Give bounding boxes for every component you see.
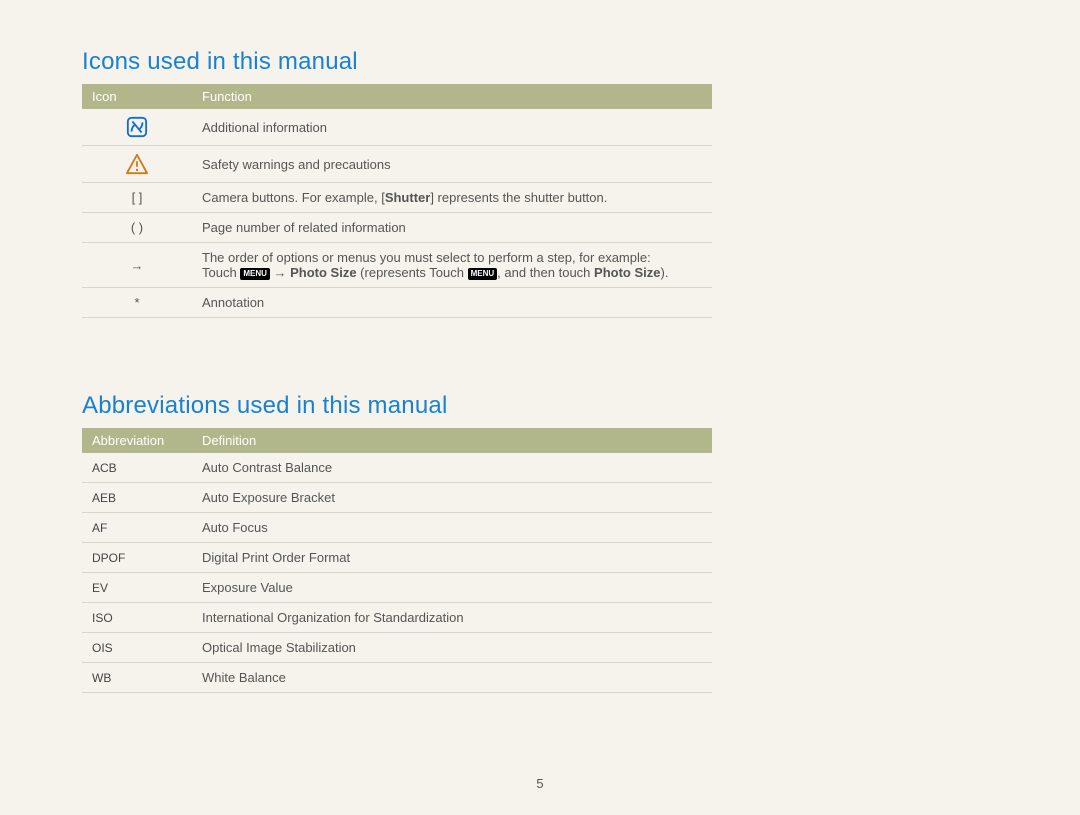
heading-abbr: Abbreviations used in this manual xyxy=(82,392,998,420)
abbr-table: Abbreviation Definition ACB Auto Contras… xyxy=(82,428,712,693)
parens-desc: Page number of related information xyxy=(192,213,712,243)
brackets-desc-pre: Camera buttons. For example, [ xyxy=(202,190,385,205)
def-cell: Auto Focus xyxy=(192,513,712,543)
table-row: WB White Balance xyxy=(82,663,712,693)
table-row: ACB Auto Contrast Balance xyxy=(82,453,712,483)
def-cell: International Organization for Standardi… xyxy=(192,603,712,633)
def-cell: Digital Print Order Format xyxy=(192,543,712,573)
def-cell: Optical Image Stabilization xyxy=(192,633,712,663)
table-row: EV Exposure Value xyxy=(82,573,712,603)
heading-icons: Icons used in this manual xyxy=(82,48,998,76)
abbr-cell: AF xyxy=(82,513,192,543)
arrow-l2-b: → xyxy=(270,265,290,280)
abbr-cell: EV xyxy=(82,573,192,603)
abbr-cell: DPOF xyxy=(82,543,192,573)
arrow-l2-d: , and then touch xyxy=(497,265,594,280)
arrow-l2-a: Touch xyxy=(202,265,240,280)
arrow-l2-c: (represents Touch xyxy=(357,265,468,280)
table-row: AEB Auto Exposure Bracket xyxy=(82,483,712,513)
brackets-desc-bold: Shutter xyxy=(385,190,431,205)
abbr-cell: OIS xyxy=(82,633,192,663)
star-symbol: * xyxy=(82,288,192,318)
arrow-l2-bold2: Photo Size xyxy=(594,265,660,280)
icons-th-function: Function xyxy=(192,84,712,109)
def-cell: Auto Exposure Bracket xyxy=(192,483,712,513)
warning-desc: Safety warnings and precautions xyxy=(192,146,712,183)
abbr-cell: WB xyxy=(82,663,192,693)
abbr-th-def: Definition xyxy=(192,428,712,453)
abbr-th-abbr: Abbreviation xyxy=(82,428,192,453)
arrow-symbol: → xyxy=(82,243,192,288)
parens-symbol: ( ) xyxy=(82,213,192,243)
table-row: DPOF Digital Print Order Format xyxy=(82,543,712,573)
menu-icon: MENU xyxy=(240,268,270,280)
arrow-desc-line1: The order of options or menus you must s… xyxy=(202,250,702,265)
table-row: AF Auto Focus xyxy=(82,513,712,543)
abbr-cell: ISO xyxy=(82,603,192,633)
table-row: OIS Optical Image Stabilization xyxy=(82,633,712,663)
table-row: * Annotation xyxy=(82,288,712,318)
page-number: 5 xyxy=(0,776,1080,791)
table-row: Additional information xyxy=(82,109,712,146)
icons-table: Icon Function Additional informati xyxy=(82,84,712,318)
icons-th-icon: Icon xyxy=(82,84,192,109)
table-row: → The order of options or menus you must… xyxy=(82,243,712,288)
note-icon xyxy=(126,116,148,138)
def-cell: Auto Contrast Balance xyxy=(192,453,712,483)
note-icon-cell xyxy=(82,109,192,146)
abbr-cell: AEB xyxy=(82,483,192,513)
def-cell: Exposure Value xyxy=(192,573,712,603)
arrow-l2-bold1: Photo Size xyxy=(290,265,356,280)
def-cell: White Balance xyxy=(192,663,712,693)
brackets-desc: Camera buttons. For example, [Shutter] r… xyxy=(192,183,712,213)
star-desc: Annotation xyxy=(192,288,712,318)
warning-icon xyxy=(125,153,149,175)
table-row: [ ] Camera buttons. For example, [Shutte… xyxy=(82,183,712,213)
table-row: Safety warnings and precautions xyxy=(82,146,712,183)
brackets-symbol: [ ] xyxy=(82,183,192,213)
note-desc: Additional information xyxy=(192,109,712,146)
arrow-desc-line2: Touch MENU → Photo Size (represents Touc… xyxy=(202,265,702,280)
table-row: ( ) Page number of related information xyxy=(82,213,712,243)
arrow-desc: The order of options or menus you must s… xyxy=(192,243,712,288)
manual-page: Icons used in this manual Icon Function xyxy=(0,0,1080,815)
arrow-l2-e: ). xyxy=(660,265,668,280)
menu-icon: MENU xyxy=(468,268,498,280)
table-row: ISO International Organization for Stand… xyxy=(82,603,712,633)
brackets-desc-post: ] represents the shutter button. xyxy=(430,190,607,205)
warning-icon-cell xyxy=(82,146,192,183)
abbr-cell: ACB xyxy=(82,453,192,483)
